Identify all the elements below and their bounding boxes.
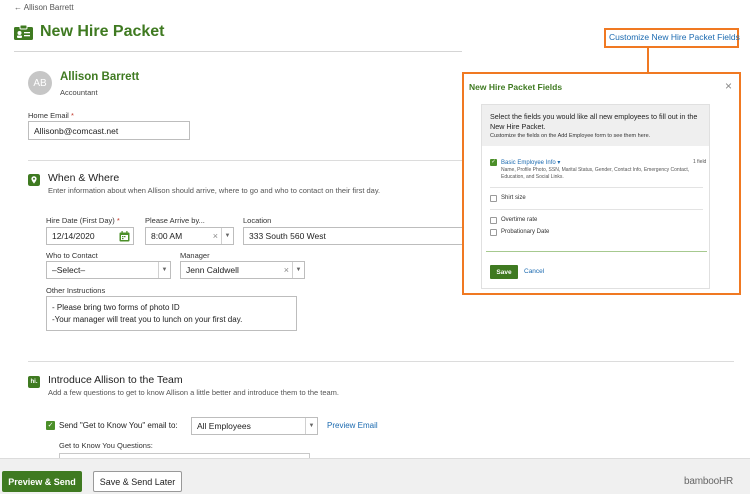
highlight-connector [647, 48, 649, 73]
basic-info-details: Name, Profile Photo, SSN, Marital Status… [501, 167, 690, 180]
manager-value: Jenn Caldwell [186, 265, 239, 275]
chevron-down-icon[interactable]: ▼ [305, 418, 317, 434]
modal-intro: Select the fields you would like all new… [482, 105, 709, 146]
hire-date-label-text: Hire Date (First Day) [46, 216, 115, 225]
field-label: Overtime rate [501, 217, 538, 223]
clear-icon[interactable]: × [213, 228, 218, 244]
recipients-value: All Employees [197, 421, 251, 431]
field-count: 1 field [693, 159, 707, 165]
required-mark: * [70, 111, 74, 120]
home-email-label-text: Home Email [28, 111, 69, 120]
instructions-line: -Your manager will treat you to lunch on… [52, 314, 243, 324]
employee-name: Allison Barrett [60, 71, 140, 83]
modal-intro-subtext: Customize the fields on the Add Employee… [490, 133, 651, 139]
back-link[interactable]: ← Allison Barrett [14, 3, 74, 12]
send-email-label: Send "Get to Know You" email to: [59, 421, 178, 430]
send-email-checkbox[interactable]: ✓ [46, 421, 55, 430]
contact-select[interactable]: –Select– ▼ [46, 261, 171, 279]
contact-label: Who to Contact [46, 251, 98, 260]
location-select[interactable]: 333 South 560 West [243, 227, 464, 245]
field-row[interactable]: Overtime rate [490, 217, 537, 224]
basic-info-checkbox[interactable]: ✓ [490, 159, 497, 166]
shirt-size-checkbox[interactable] [490, 195, 497, 202]
close-icon[interactable]: × [725, 79, 732, 93]
cancel-button[interactable]: Cancel [524, 268, 544, 275]
modal-divider [490, 187, 703, 188]
contact-value: –Select– [52, 265, 86, 275]
modal-intro-text: Select the fields you would like all new… [490, 112, 698, 131]
section-divider [28, 361, 734, 362]
section-divider [28, 160, 462, 161]
field-label: Shirt size [501, 195, 526, 201]
fields-modal: New Hire Packet Fields × Select the fiel… [462, 72, 741, 295]
modal-divider [490, 209, 703, 210]
arrive-time-select[interactable]: 8:00 AM × ▼ [145, 227, 234, 245]
preview-email-link[interactable]: Preview Email [327, 421, 378, 430]
chevron-down-icon[interactable]: ▼ [158, 262, 170, 278]
map-pin-icon [28, 174, 40, 186]
field-row[interactable]: Probationary Date [490, 229, 549, 236]
title-divider [14, 51, 462, 52]
arrive-time-value: 8:00 AM [151, 231, 183, 241]
introduce-title: Introduce Allison to the Team [48, 374, 183, 386]
preview-send-button[interactable]: Preview & Send [2, 471, 82, 492]
manager-label: Manager [180, 251, 210, 260]
instructions-label: Other Instructions [46, 286, 106, 295]
instructions-line: - Please bring two forms of photo ID [52, 302, 180, 312]
probationary-date-checkbox[interactable] [490, 229, 497, 236]
home-email-label: Home Email * [28, 111, 74, 120]
chevron-down-icon[interactable]: ▼ [292, 262, 304, 278]
bamboohr-logo: bambooHR [684, 476, 733, 487]
avatar: AB [28, 71, 52, 95]
required-mark: * [116, 216, 120, 225]
customize-fields-link[interactable]: Customize New Hire Packet Fields [604, 28, 740, 48]
modal-divider [486, 251, 707, 252]
clear-icon[interactable]: × [284, 262, 289, 278]
questions-label: Get to Know You Questions: [59, 441, 153, 450]
instructions-textarea[interactable]: - Please bring two forms of photo ID -Yo… [46, 296, 297, 331]
basic-info-text: Basic Employee Info ▾ Name, Profile Phot… [501, 159, 691, 180]
save-send-later-button[interactable]: Save & Send Later [93, 471, 182, 492]
basic-info-row[interactable]: ✓ Basic Employee Info ▾ Name, Profile Ph… [490, 159, 691, 180]
recipients-select[interactable]: All Employees ▼ [191, 417, 318, 435]
chat-bubble-icon: hi. [28, 376, 40, 388]
save-button[interactable]: Save [490, 265, 518, 279]
chevron-down-icon[interactable]: ▼ [221, 228, 233, 244]
field-row[interactable]: Shirt size [490, 195, 526, 202]
hire-date-input[interactable]: 12/14/2020 [46, 227, 134, 245]
when-where-title: When & Where [48, 172, 120, 184]
manager-select[interactable]: Jenn Caldwell × ▼ [180, 261, 305, 279]
when-where-description: Enter information about when Allison sho… [48, 186, 381, 195]
modal-panel: Select the fields you would like all new… [481, 104, 710, 289]
arrive-label: Please Arrive by... [145, 216, 205, 225]
hire-date-value: 12/14/2020 [52, 231, 95, 241]
basic-info-label[interactable]: Basic Employee Info ▾ [501, 159, 691, 166]
introduce-description: Add a few questions to get to know Allis… [48, 388, 340, 397]
location-label: Location [243, 216, 272, 225]
page-header: New Hire Packet [14, 23, 165, 41]
overtime-rate-checkbox[interactable] [490, 217, 497, 224]
home-email-input[interactable]: Allisonb@comcast.net [28, 121, 190, 140]
id-card-icon [14, 24, 33, 40]
field-label: Probationary Date [501, 229, 550, 235]
page-title: New Hire Packet [40, 23, 165, 40]
employee-role: Accountant [60, 88, 98, 97]
hire-date-label: Hire Date (First Day) * [46, 216, 120, 225]
calendar-icon[interactable] [119, 231, 130, 242]
modal-title: New Hire Packet Fields [469, 82, 563, 92]
